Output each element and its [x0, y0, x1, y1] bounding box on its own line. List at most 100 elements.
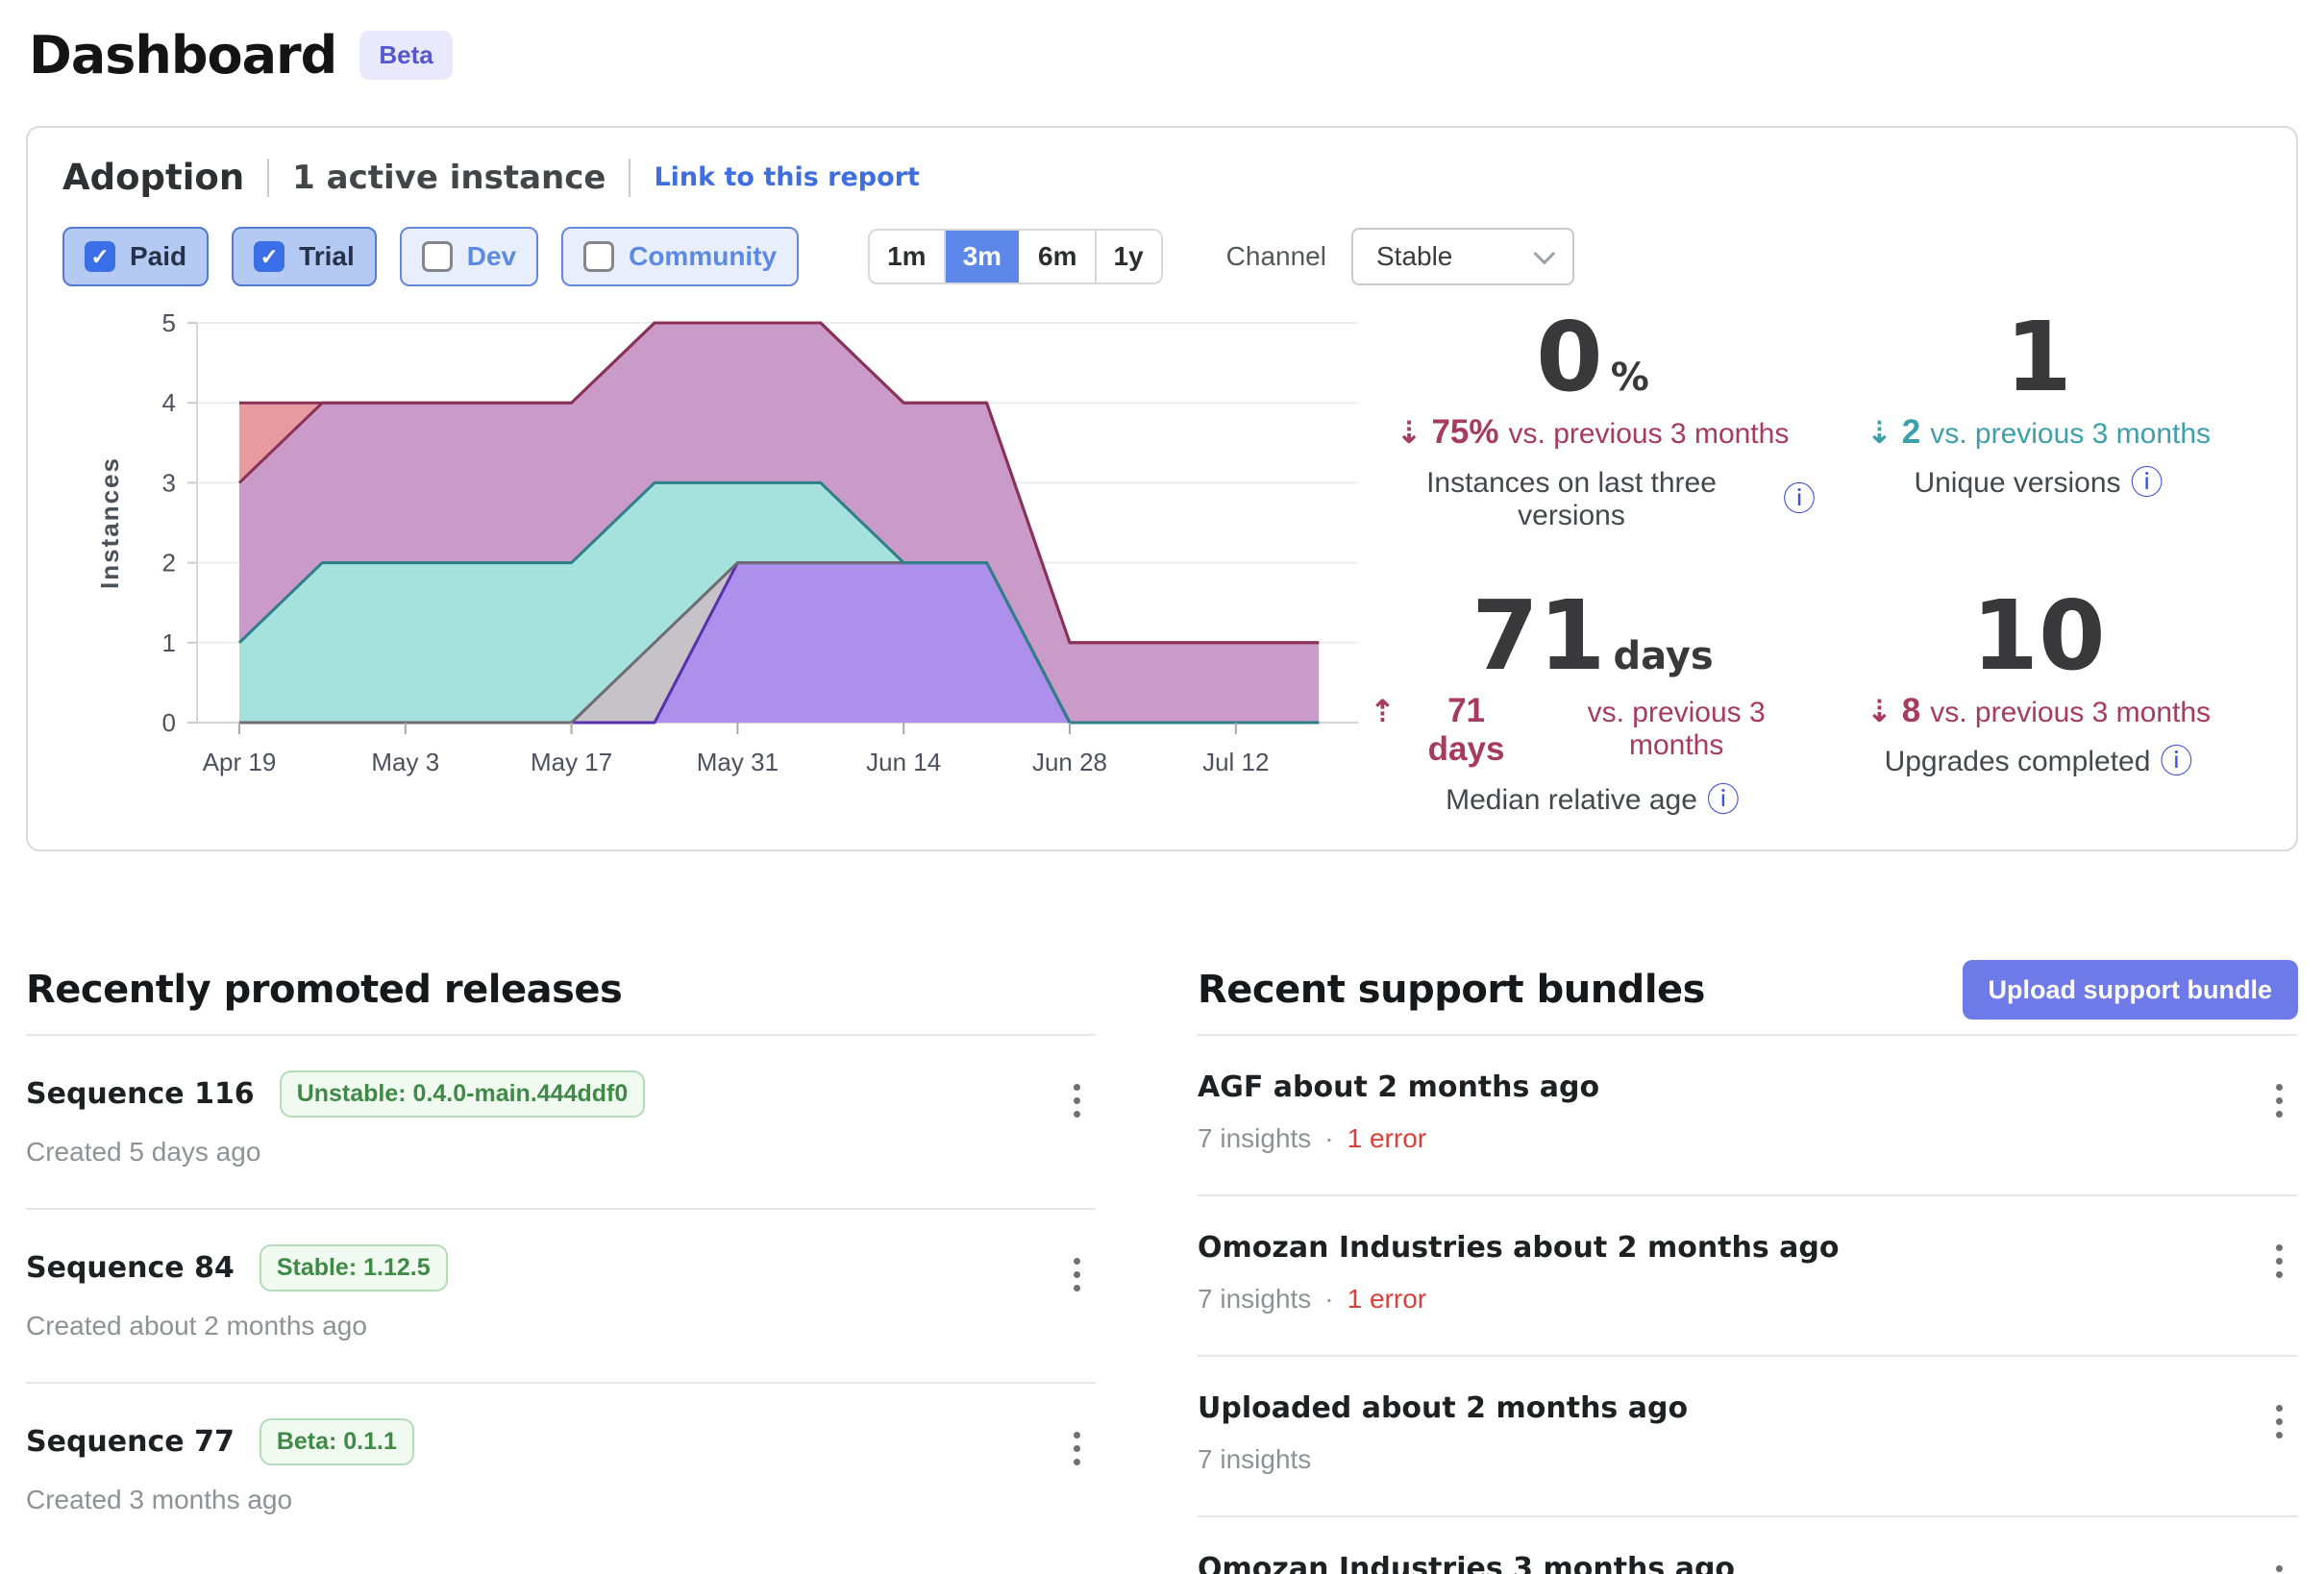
releases-heading: Recently promoted releases [26, 968, 622, 1012]
adoption-card-body: 012345Apr 19May 3May 17May 31Jun 14Jun 2… [62, 304, 2262, 817]
range-3m[interactable]: 3m [944, 231, 1019, 283]
svg-text:0: 0 [162, 708, 176, 737]
bundle-errors: 1 error [1347, 1284, 1426, 1315]
svg-text:2: 2 [162, 549, 176, 578]
bundle-row[interactable]: Omozan Industries 3 months ago 7 insight… [1198, 1517, 2298, 1574]
bundle-title: Omozan Industries 3 months ago [1198, 1552, 1735, 1574]
stat-unique-versions: 1 ⇣ 2 vs. previous 3 months Unique versi… [1816, 309, 2262, 532]
release-channel-badge: Stable: 1.12.5 [260, 1244, 448, 1291]
release-created: Created 5 days ago [26, 1137, 260, 1168]
release-row[interactable]: Sequence 84 Stable: 1.12.5 Created about… [26, 1210, 1096, 1384]
kebab-menu-icon[interactable] [1068, 1252, 1086, 1297]
checkbox-checked-icon[interactable]: ✓ [254, 241, 284, 272]
kebab-menu-icon[interactable] [2270, 1399, 2288, 1444]
release-row[interactable]: Sequence 77 Beta: 0.1.1 Created 3 months… [26, 1384, 1096, 1556]
filter-row: ✓ Paid ✓ Trial Dev Community 1m 3m 6m 1y… [62, 227, 2262, 286]
bundle-title: Uploaded about 2 months ago [1198, 1391, 1688, 1425]
release-created: Created 3 months ago [26, 1485, 292, 1515]
arrow-down-icon: ⇣ [1867, 693, 1892, 729]
channel-select[interactable]: Stable [1351, 228, 1574, 285]
adoption-title: Adoption [62, 157, 244, 198]
range-6m[interactable]: 6m [1019, 231, 1094, 283]
bundle-row[interactable]: AGF about 2 months ago 7 insights · 1 er… [1198, 1036, 2298, 1196]
stat-label: Median relative age [1446, 784, 1697, 817]
release-created: Created about 2 months ago [26, 1311, 367, 1341]
release-title: Sequence 116 [26, 1077, 255, 1111]
kebab-menu-icon[interactable] [2270, 1078, 2288, 1123]
kebab-menu-icon[interactable] [2270, 1560, 2288, 1574]
checkbox-unchecked-icon[interactable] [422, 241, 453, 272]
release-row[interactable]: Sequence 116 Unstable: 0.4.0-main.444ddf… [26, 1036, 1096, 1210]
header-divider [629, 159, 630, 197]
kebab-menu-icon[interactable] [1068, 1426, 1086, 1471]
stat-delta-value: 71 days [1405, 692, 1528, 769]
stat-delta-caption: vs. previous 3 months [1930, 697, 2211, 729]
svg-text:Jun 14: Jun 14 [866, 748, 941, 776]
bundle-title: Omozan Industries about 2 months ago [1198, 1231, 1840, 1265]
stat-delta-value: 8 [1902, 692, 1920, 730]
svg-text:May 3: May 3 [371, 748, 439, 776]
page-header: Dashboard Beta [0, 0, 2324, 86]
release-channel-badge: Beta: 0.1.1 [260, 1418, 414, 1465]
link-to-report[interactable]: Link to this report [654, 162, 919, 192]
channel-label: Channel [1226, 241, 1326, 272]
stat-delta-caption: vs. previous 3 months [1537, 697, 1816, 762]
stat-upgrades-completed: 10 ⇣ 8 vs. previous 3 months Upgrades co… [1816, 588, 2262, 817]
svg-text:May 17: May 17 [531, 748, 612, 776]
time-range-group: 1m 3m 6m 1y [868, 229, 1163, 284]
meta-dot-separator: · [1324, 1284, 1333, 1315]
info-icon[interactable]: ⓘ [1707, 784, 1740, 817]
channel-selected-value: Stable [1376, 241, 1452, 272]
filter-trial[interactable]: ✓ Trial [232, 227, 377, 286]
checkbox-unchecked-icon[interactable] [583, 241, 614, 272]
page-title: Dashboard [29, 25, 336, 86]
svg-text:5: 5 [162, 308, 176, 337]
stat-instances-last-three-versions: 0 % ⇣ 75% vs. previous 3 months Instance… [1370, 309, 1816, 532]
release-channel-badge: Unstable: 0.4.0-main.444ddf0 [280, 1070, 646, 1118]
stat-delta-value: 75% [1431, 413, 1498, 452]
bundle-title: AGF about 2 months ago [1198, 1070, 1599, 1104]
filter-label: Trial [299, 241, 355, 272]
stat-suffix: % [1611, 356, 1649, 400]
range-1y[interactable]: 1y [1095, 231, 1161, 283]
header-divider [267, 159, 269, 197]
stat-suffix: days [1613, 634, 1713, 678]
svg-text:Instances: Instances [95, 456, 124, 589]
checkbox-checked-icon[interactable]: ✓ [85, 241, 115, 272]
stat-label: Upgrades completed [1885, 746, 2151, 778]
svg-text:May 31: May 31 [697, 748, 779, 776]
bundles-heading: Recent support bundles [1198, 968, 1705, 1012]
stat-delta-value: 2 [1902, 413, 1920, 452]
kebab-menu-icon[interactable] [2270, 1239, 2288, 1284]
filter-label: Dev [467, 241, 516, 272]
svg-text:4: 4 [162, 388, 176, 417]
releases-section: Recently promoted releases Sequence 116 … [26, 959, 1096, 1574]
adoption-stats-grid: 0 % ⇣ 75% vs. previous 3 months Instance… [1370, 309, 2262, 817]
adoption-area-chart: 012345Apr 19May 3May 17May 31Jun 14Jun 2… [62, 304, 1370, 784]
adoption-card-header: Adoption 1 active instance Link to this … [62, 157, 2262, 198]
info-icon[interactable]: ⓘ [2160, 746, 2192, 778]
filter-community[interactable]: Community [561, 227, 799, 286]
beta-badge: Beta [359, 31, 452, 80]
filter-label: Community [629, 241, 777, 272]
bundle-insights: 7 insights [1198, 1444, 1311, 1475]
range-1m[interactable]: 1m [870, 231, 943, 283]
filter-paid[interactable]: ✓ Paid [62, 227, 209, 286]
release-title: Sequence 84 [26, 1251, 235, 1285]
stat-median-relative-age: 71 days ⇡ 71 days vs. previous 3 months … [1370, 588, 1816, 817]
svg-text:3: 3 [162, 468, 176, 497]
svg-text:Jun 28: Jun 28 [1032, 748, 1107, 776]
bundle-insights: 7 insights [1198, 1284, 1311, 1315]
info-icon[interactable]: ⓘ [2131, 467, 2163, 500]
kebab-menu-icon[interactable] [1068, 1078, 1086, 1123]
upload-support-bundle-button[interactable]: Upload support bundle [1963, 960, 2298, 1020]
filter-label: Paid [130, 241, 186, 272]
stat-label: Instances on last three versions [1370, 467, 1773, 532]
filter-dev[interactable]: Dev [400, 227, 538, 286]
bundle-row[interactable]: Omozan Industries about 2 months ago 7 i… [1198, 1196, 2298, 1357]
svg-text:1: 1 [162, 628, 176, 657]
arrow-up-icon: ⇡ [1370, 693, 1396, 729]
bundle-row[interactable]: Uploaded about 2 months ago 7 insights [1198, 1357, 2298, 1517]
info-icon[interactable]: ⓘ [1783, 483, 1816, 516]
stat-delta-caption: vs. previous 3 months [1509, 418, 1790, 451]
